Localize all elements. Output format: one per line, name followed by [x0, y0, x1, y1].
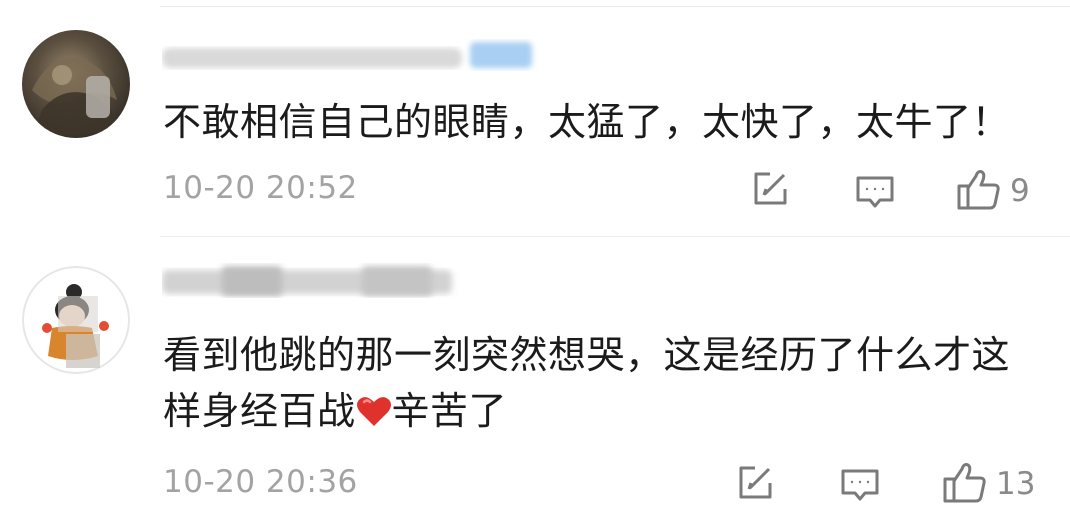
edit-icon	[735, 463, 775, 507]
comment-text-part: 辛苦了	[391, 389, 508, 433]
thumbs-up-icon	[956, 166, 1002, 216]
comment-item: 看到他跳的那一刻突然想哭，这是经历了什么才这样身经百战 辛苦了 10-20 20:…	[0, 237, 1070, 519]
comment-timestamp: 10-20 20:52	[163, 170, 358, 206]
username-blurred[interactable]	[162, 262, 462, 298]
comment-icon	[855, 172, 895, 216]
like-count: 9	[1010, 173, 1030, 209]
comment-icon	[840, 465, 880, 509]
reply-button[interactable]	[840, 465, 880, 509]
comment-text-part: 看到他跳的那一刻突然想哭，这是经历了什么才这样身经百战	[163, 333, 1011, 433]
edit-button[interactable]	[750, 169, 790, 213]
like-button[interactable]: 9	[956, 166, 1030, 216]
avatar[interactable]	[22, 266, 130, 374]
username-blurred[interactable]	[162, 38, 542, 74]
comment-text: 看到他跳的那一刻突然想哭，这是经历了什么才这样身经百战 辛苦了	[163, 327, 1043, 443]
avatar[interactable]	[22, 30, 130, 138]
thumbs-up-icon	[942, 459, 988, 509]
reply-button[interactable]	[855, 172, 895, 216]
comment-timestamp: 10-20 20:36	[163, 464, 358, 500]
heart-emoji-icon	[356, 387, 392, 443]
comment-item: 不敢相信自己的眼睛，太猛了，太快了，太牛了！ 10-20 20:52 9	[0, 0, 1070, 236]
edit-button[interactable]	[735, 463, 775, 507]
like-button[interactable]: 13	[942, 459, 1035, 509]
like-count: 13	[996, 466, 1036, 502]
edit-icon	[750, 169, 790, 213]
comment-text: 不敢相信自己的眼睛，太猛了，太快了，太牛了！	[163, 100, 1011, 144]
